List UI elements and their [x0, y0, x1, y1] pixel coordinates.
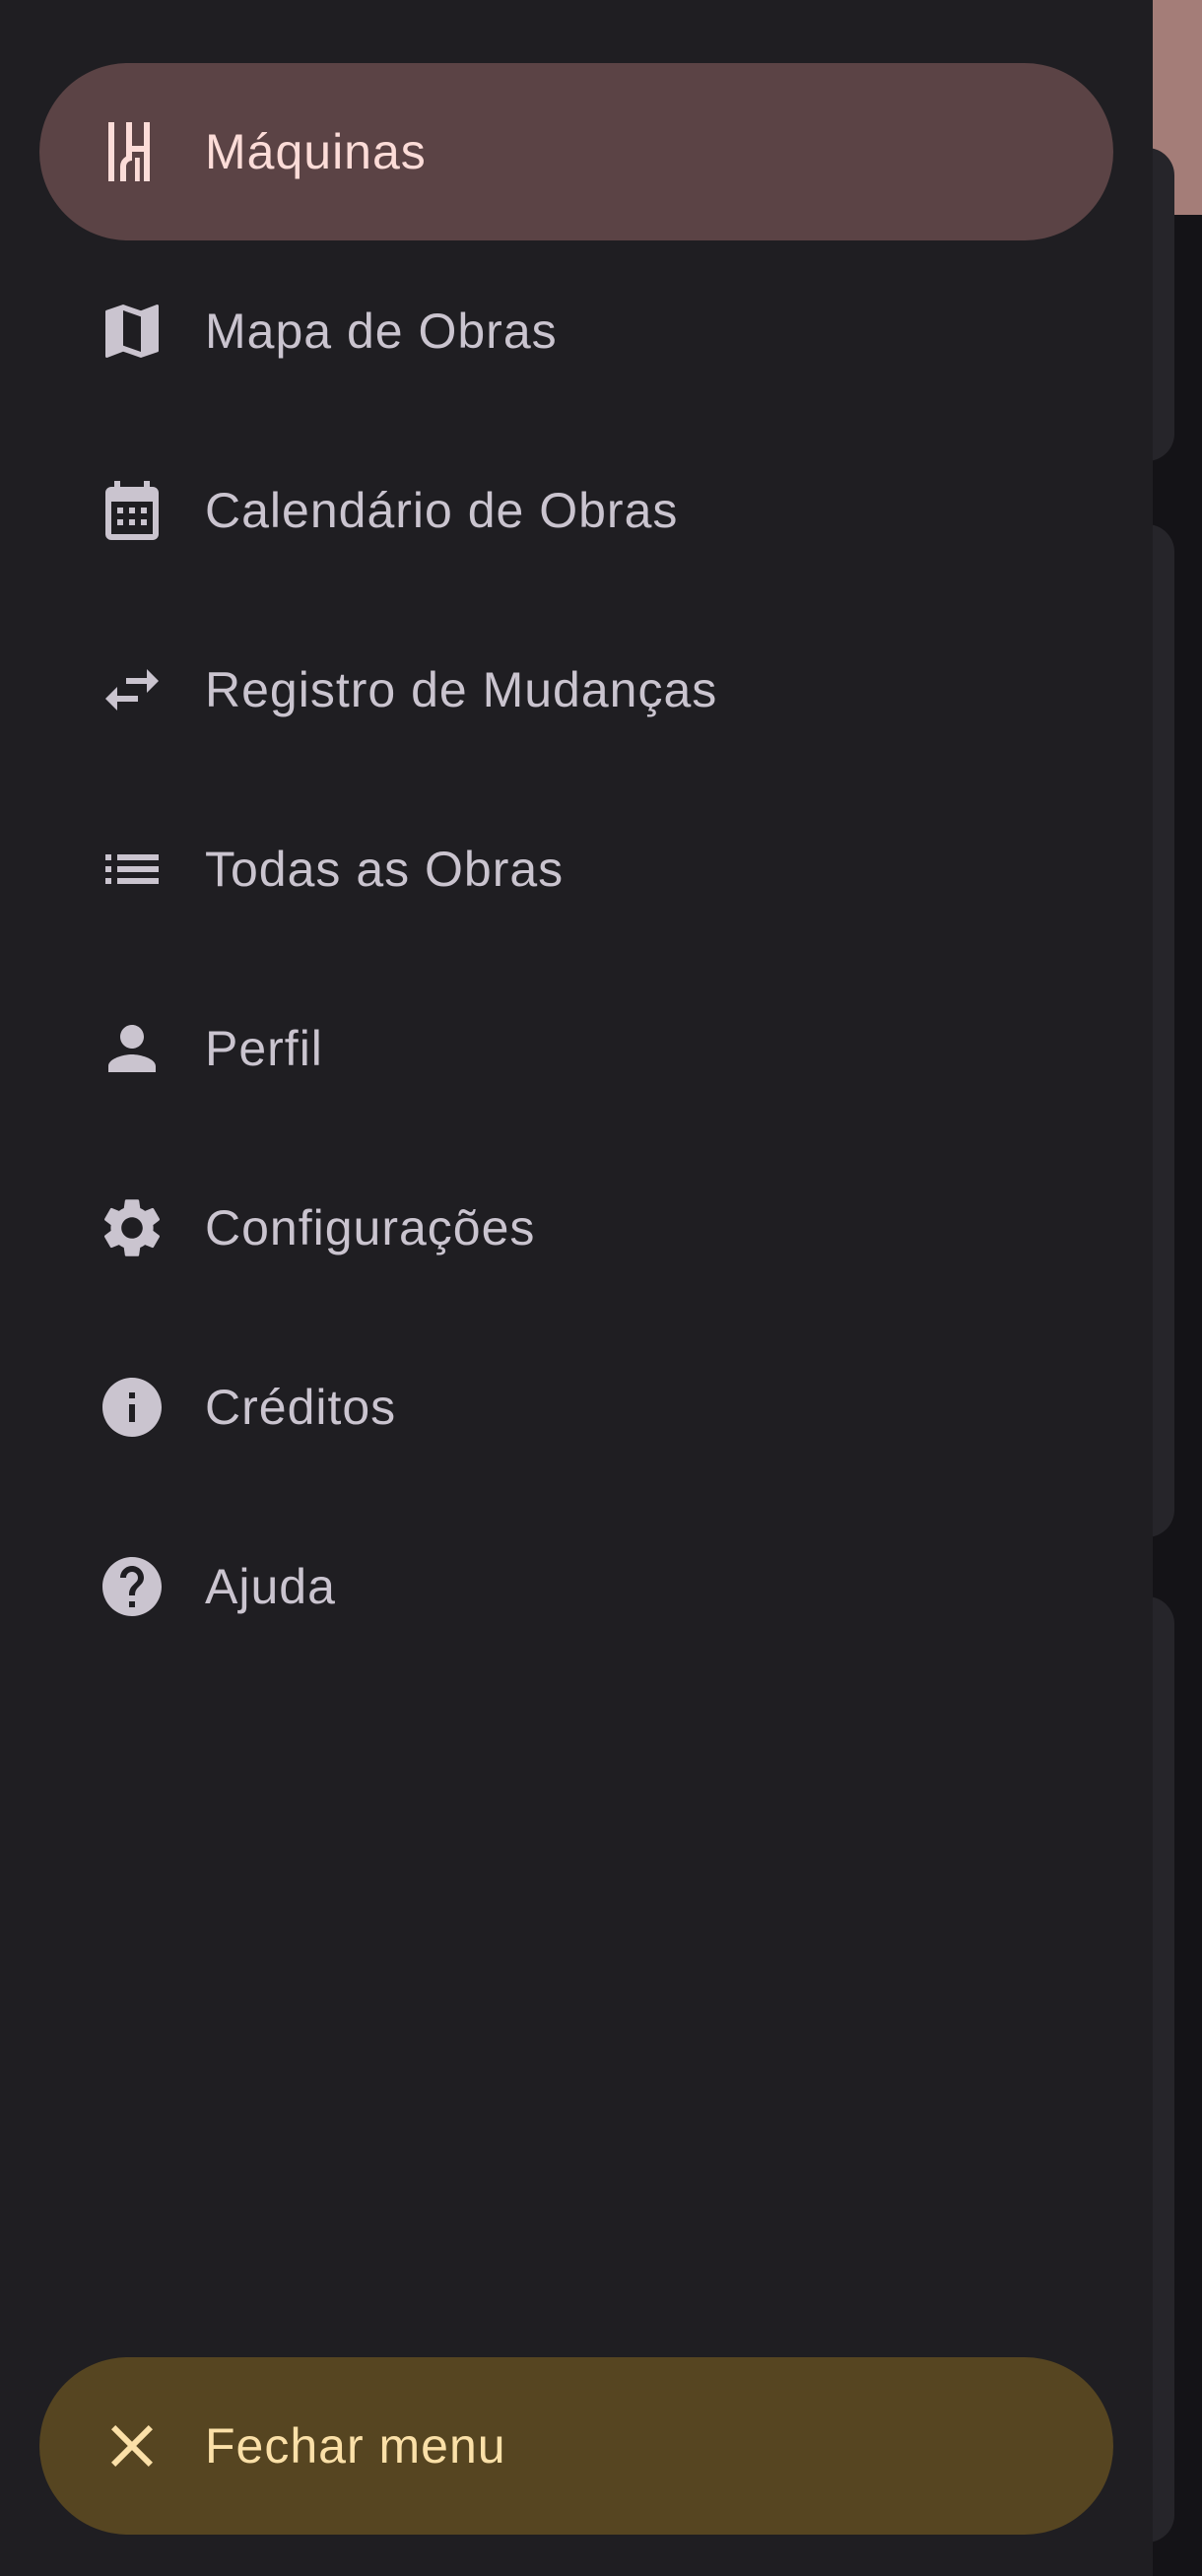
person-icon — [93, 1009, 171, 1088]
nav-item-label: Registro de Mudanças — [205, 662, 718, 717]
swap-arrows-icon — [93, 650, 171, 729]
nav-item-mapa-de-obras[interactable]: Mapa de Obras — [39, 242, 1113, 420]
nav-item-registro-de-mudancas[interactable]: Registro de Mudanças — [39, 601, 1113, 779]
close-menu-button[interactable]: Fechar menu — [39, 2357, 1113, 2535]
machines-icon — [93, 112, 171, 191]
nav-item-label: Perfil — [205, 1021, 323, 1076]
map-icon — [93, 292, 171, 371]
nav-item-todas-as-obras[interactable]: Todas as Obras — [39, 780, 1113, 958]
nav-item-label: Configurações — [205, 1200, 536, 1255]
nav-item-calendario-de-obras[interactable]: Calendário de Obras — [39, 422, 1113, 599]
nav-item-creditos[interactable]: Créditos — [39, 1319, 1113, 1496]
list-icon — [93, 830, 171, 909]
nav-item-label: Créditos — [205, 1380, 397, 1435]
nav-item-label: Mapa de Obras — [205, 304, 558, 359]
gear-icon — [93, 1188, 171, 1267]
nav-item-label: Todas as Obras — [205, 842, 565, 897]
info-icon — [93, 1368, 171, 1447]
nav-item-label: Calendário de Obras — [205, 483, 679, 538]
nav-item-configuracoes[interactable]: Configurações — [39, 1139, 1113, 1317]
close-menu-label: Fechar menu — [205, 2418, 506, 2474]
nav-item-label: Máquinas — [205, 124, 427, 179]
calendar-icon — [93, 471, 171, 550]
nav-item-label: Ajuda — [205, 1559, 336, 1614]
nav-item-perfil[interactable]: Perfil — [39, 960, 1113, 1137]
nav-item-maquinas[interactable]: Máquinas — [39, 63, 1113, 240]
navigation-drawer: Máquinas Mapa de Obras Calendário de Obr… — [0, 0, 1153, 2576]
close-icon — [93, 2407, 171, 2485]
help-icon — [93, 1547, 171, 1626]
nav-item-ajuda[interactable]: Ajuda — [39, 1498, 1113, 1675]
